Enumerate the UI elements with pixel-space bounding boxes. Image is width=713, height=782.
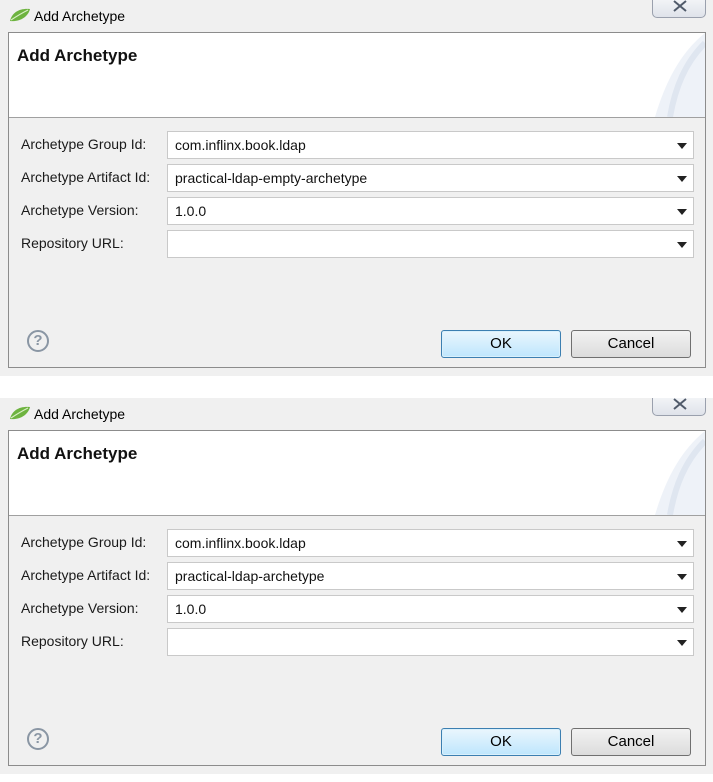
field-row-version: Archetype Version: 1.0.0 xyxy=(9,197,705,225)
chevron-down-icon[interactable] xyxy=(677,143,687,149)
version-label: Archetype Version: xyxy=(21,600,139,616)
artifact-id-combo[interactable]: practical-ldap-archetype xyxy=(167,562,694,590)
window-title: Add Archetype xyxy=(34,8,126,24)
chevron-down-icon[interactable] xyxy=(677,209,687,215)
version-combo[interactable]: 1.0.0 xyxy=(167,595,694,623)
banner-decoration xyxy=(655,431,705,515)
close-icon xyxy=(673,398,687,410)
field-row-group-id: Archetype Group Id: com.inflinx.book.lda… xyxy=(9,529,705,557)
ok-button[interactable]: OK xyxy=(441,330,561,358)
group-id-value: com.inflinx.book.ldap xyxy=(175,137,306,153)
spring-leaf-icon xyxy=(8,7,32,23)
window-title: Add Archetype xyxy=(34,406,126,422)
close-button[interactable] xyxy=(652,398,706,416)
version-combo[interactable]: 1.0.0 xyxy=(167,197,694,225)
repository-url-label: Repository URL: xyxy=(21,633,124,649)
dialog-body: Add Archetype Archetype Group Id: com.in… xyxy=(8,32,706,368)
artifact-id-value: practical-ldap-archetype xyxy=(175,568,325,584)
group-id-value: com.inflinx.book.ldap xyxy=(175,535,306,551)
group-id-label: Archetype Group Id: xyxy=(21,136,147,152)
title-area: Add Archetype xyxy=(9,431,705,516)
title-bar[interactable]: Add Archetype xyxy=(0,398,713,430)
group-id-label: Archetype Group Id: xyxy=(21,534,147,550)
artifact-id-value: practical-ldap-empty-archetype xyxy=(175,170,368,186)
version-label: Archetype Version: xyxy=(21,202,139,218)
add-archetype-dialog: Add Archetype Add Archetype Archetype Gr… xyxy=(0,0,713,376)
dialog-heading: Add Archetype xyxy=(17,444,138,463)
field-row-artifact-id: Archetype Artifact Id: practical-ldap-ar… xyxy=(9,562,705,590)
field-row-group-id: Archetype Group Id: com.inflinx.book.lda… xyxy=(9,131,705,159)
spring-leaf-icon xyxy=(8,405,32,421)
help-icon[interactable]: ? xyxy=(27,728,49,750)
chevron-down-icon[interactable] xyxy=(677,640,687,646)
version-value: 1.0.0 xyxy=(175,601,207,617)
chevron-down-icon[interactable] xyxy=(677,607,687,613)
chevron-down-icon[interactable] xyxy=(677,541,687,547)
chevron-down-icon[interactable] xyxy=(677,176,687,182)
help-icon[interactable]: ? xyxy=(27,330,49,352)
repository-url-combo[interactable] xyxy=(167,628,694,656)
title-area: Add Archetype xyxy=(9,33,705,118)
artifact-id-label: Archetype Artifact Id: xyxy=(21,169,151,185)
cancel-button[interactable]: Cancel xyxy=(571,330,691,358)
banner-decoration xyxy=(655,33,705,117)
dialog-heading: Add Archetype xyxy=(17,46,138,65)
version-value: 1.0.0 xyxy=(175,203,207,219)
ok-button[interactable]: OK xyxy=(441,728,561,756)
close-button[interactable] xyxy=(652,0,706,18)
field-row-artifact-id: Archetype Artifact Id: practical-ldap-em… xyxy=(9,164,705,192)
artifact-id-combo[interactable]: practical-ldap-empty-archetype xyxy=(167,164,694,192)
title-bar[interactable]: Add Archetype xyxy=(0,0,713,32)
repository-url-label: Repository URL: xyxy=(21,235,124,251)
repository-url-combo[interactable] xyxy=(167,230,694,258)
field-row-repository-url: Repository URL: xyxy=(9,628,705,656)
field-row-version: Archetype Version: 1.0.0 xyxy=(9,595,705,623)
chevron-down-icon[interactable] xyxy=(677,574,687,580)
group-id-combo[interactable]: com.inflinx.book.ldap xyxy=(167,529,694,557)
dialog-body: Add Archetype Archetype Group Id: com.in… xyxy=(8,430,706,766)
group-id-combo[interactable]: com.inflinx.book.ldap xyxy=(167,131,694,159)
chevron-down-icon[interactable] xyxy=(677,242,687,248)
cancel-button[interactable]: Cancel xyxy=(571,728,691,756)
close-icon xyxy=(673,0,687,12)
artifact-id-label: Archetype Artifact Id: xyxy=(21,567,151,583)
field-row-repository-url: Repository URL: xyxy=(9,230,705,258)
add-archetype-dialog: Add Archetype Add Archetype Archetype Gr… xyxy=(0,398,713,774)
